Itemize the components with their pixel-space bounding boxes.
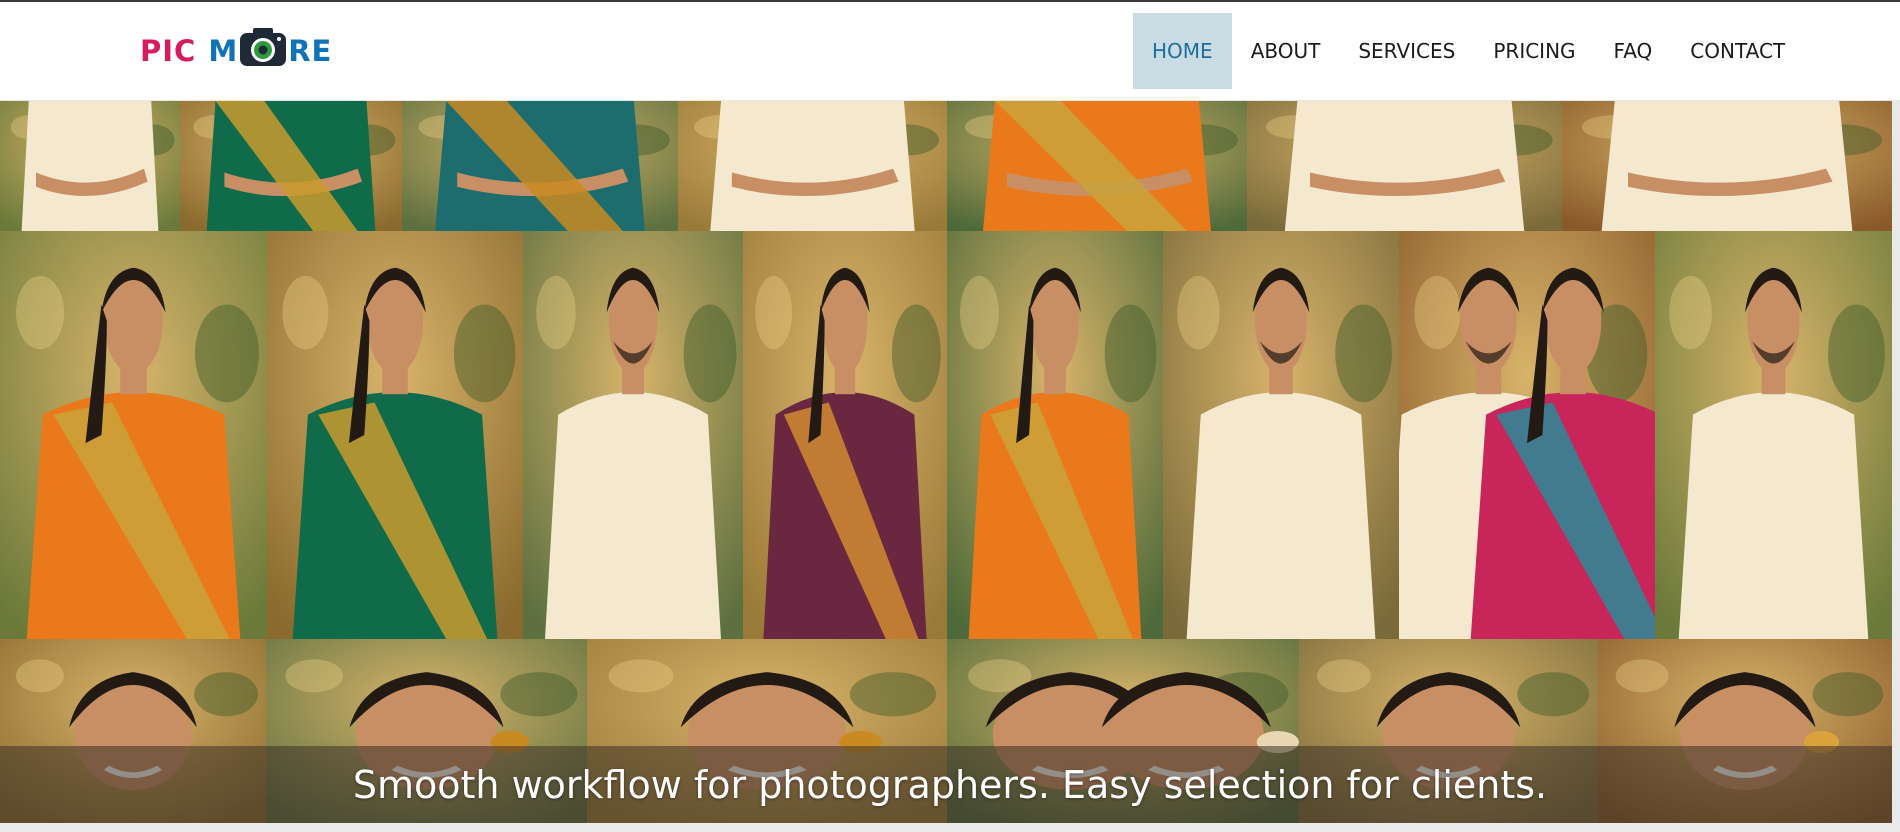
nav-about[interactable]: ABOUT — [1232, 13, 1340, 89]
photo-tile — [678, 101, 947, 231]
nav-pricing[interactable]: PRICING — [1474, 13, 1594, 89]
photo-tile — [523, 231, 743, 639]
photo-tile — [180, 101, 402, 231]
photo-tile — [1562, 101, 1892, 231]
nav-faq[interactable]: FAQ — [1595, 13, 1672, 89]
photo-tile — [1399, 231, 1655, 639]
photo-tile — [1247, 101, 1562, 231]
nav-home[interactable]: HOME — [1133, 13, 1232, 89]
photo-tile — [0, 101, 180, 231]
main-nav: HOME ABOUT SERVICES PRICING FAQ CONTACT — [1133, 13, 1804, 89]
brand-logo[interactable]: PIC M RE — [140, 28, 332, 74]
brand-logo-m: M — [208, 34, 239, 68]
hero-photo-mosaic — [0, 101, 1900, 823]
photo-tile — [1163, 231, 1399, 639]
hero-tagline: Smooth workflow for photographers. Easy … — [352, 762, 1548, 807]
nav-contact[interactable]: CONTACT — [1671, 13, 1804, 89]
photo-tile — [1655, 231, 1892, 639]
page-bottom-strip — [0, 823, 1900, 832]
nav-services[interactable]: SERVICES — [1339, 13, 1474, 89]
photo-tile — [402, 101, 678, 231]
brand-logo-pic: PIC — [140, 34, 197, 68]
photo-tile — [267, 231, 523, 639]
photo-tile — [0, 231, 267, 639]
scrollbar-track[interactable] — [1892, 101, 1900, 823]
photo-tile — [947, 231, 1163, 639]
site-header: PIC M RE HOME ABOUT SERVICES PRICING FAQ… — [0, 2, 1900, 101]
photo-tile — [743, 231, 947, 639]
camera-icon — [240, 28, 287, 66]
brand-logo-re: RE — [288, 34, 333, 68]
photo-tile — [947, 101, 1247, 231]
